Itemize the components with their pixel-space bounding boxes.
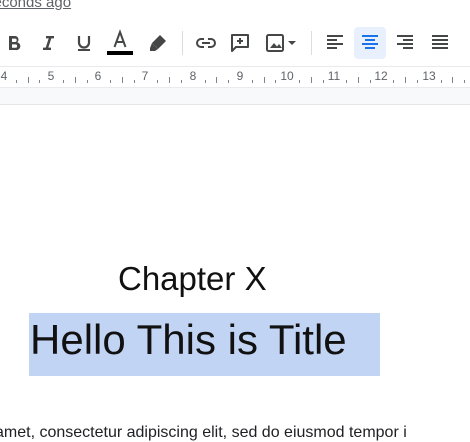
ruler-tick [417,80,418,83]
add-comment-button[interactable] [225,27,255,59]
ruler-label: 13 [422,69,436,83]
ruler-label: 11 [327,69,341,83]
ruler-tick [251,80,253,83]
justify-button[interactable] [425,27,455,59]
formatting-toolbar [0,14,470,66]
italic-button[interactable] [34,27,62,59]
ruler-tick [216,77,218,83]
image-icon [266,34,284,52]
ruler-tick [440,80,442,83]
ruler-tick [27,77,29,83]
ruler-tick [275,80,277,83]
bold-button[interactable] [0,27,28,59]
toolbar-divider [182,31,183,55]
ruler-tick [393,80,395,83]
ruler-label: 12 [374,69,388,83]
text-color-swatch [107,51,133,55]
document-status-bar: seconds ago [0,0,470,14]
align-left-icon [327,35,343,49]
ruler-tick [369,80,371,83]
underline-button[interactable] [70,27,98,59]
document-title[interactable]: Hello This is Title [30,316,347,364]
ruler-label: 9 [236,69,244,83]
ruler-tick [310,77,312,83]
chapter-heading[interactable]: Chapter X [118,260,267,298]
ruler-label: 10 [280,69,294,83]
ruler-tick [228,80,230,83]
ruler-label: 5 [47,69,55,83]
align-right-button[interactable] [390,27,420,59]
ruler-tick [263,77,265,83]
ruler-tick [74,77,76,83]
italic-icon [43,36,54,50]
highlight-color-button[interactable] [142,27,174,59]
align-right-icon [397,35,413,49]
ruler-tick [464,80,466,83]
highlighter-icon [150,35,166,51]
align-center-button[interactable] [354,27,386,59]
add-comment-icon [231,34,249,52]
bold-icon [9,36,21,51]
ruler-label: 4 [0,69,8,83]
ruler-tick [169,77,171,83]
ruler-tick [452,77,454,83]
ruler-tick [86,80,88,83]
ruler-tick [157,80,159,83]
body-paragraph[interactable]: amet, consectetur adipiscing elit, sed d… [0,424,407,442]
justify-icon [432,35,448,49]
toolbar-divider [311,31,312,55]
ruler-tick [133,80,135,83]
ruler-tick [15,80,17,83]
ruler-tick [204,80,206,83]
insert-image-button[interactable] [259,27,303,59]
insert-link-button[interactable] [190,27,222,59]
link-icon [196,38,216,48]
ruler-tick [39,80,41,83]
underline-icon [77,36,91,51]
ruler-tick [299,80,300,83]
horizontal-ruler[interactable]: 4 5 6 7 8 9 10 11 12 13 [0,66,470,88]
ruler-tick [346,80,348,83]
ruler-tick [122,77,123,83]
ruler-tick [405,77,407,83]
ruler-tick [322,80,324,83]
text-color-icon [107,29,133,55]
ruler-label: 7 [141,69,149,83]
ruler-tick [358,77,359,83]
align-center-icon [362,35,378,49]
align-left-button[interactable] [320,27,350,59]
page-gap [0,88,470,105]
text-color-button[interactable] [104,27,136,59]
ruler-label: 8 [189,69,197,83]
chevron-down-icon [288,41,296,45]
ruler-tick [110,80,112,83]
last-edit-link[interactable]: seconds ago [0,0,71,11]
ruler-tick [63,80,64,83]
ruler-tick [181,80,182,83]
ruler-label: 6 [94,69,102,83]
